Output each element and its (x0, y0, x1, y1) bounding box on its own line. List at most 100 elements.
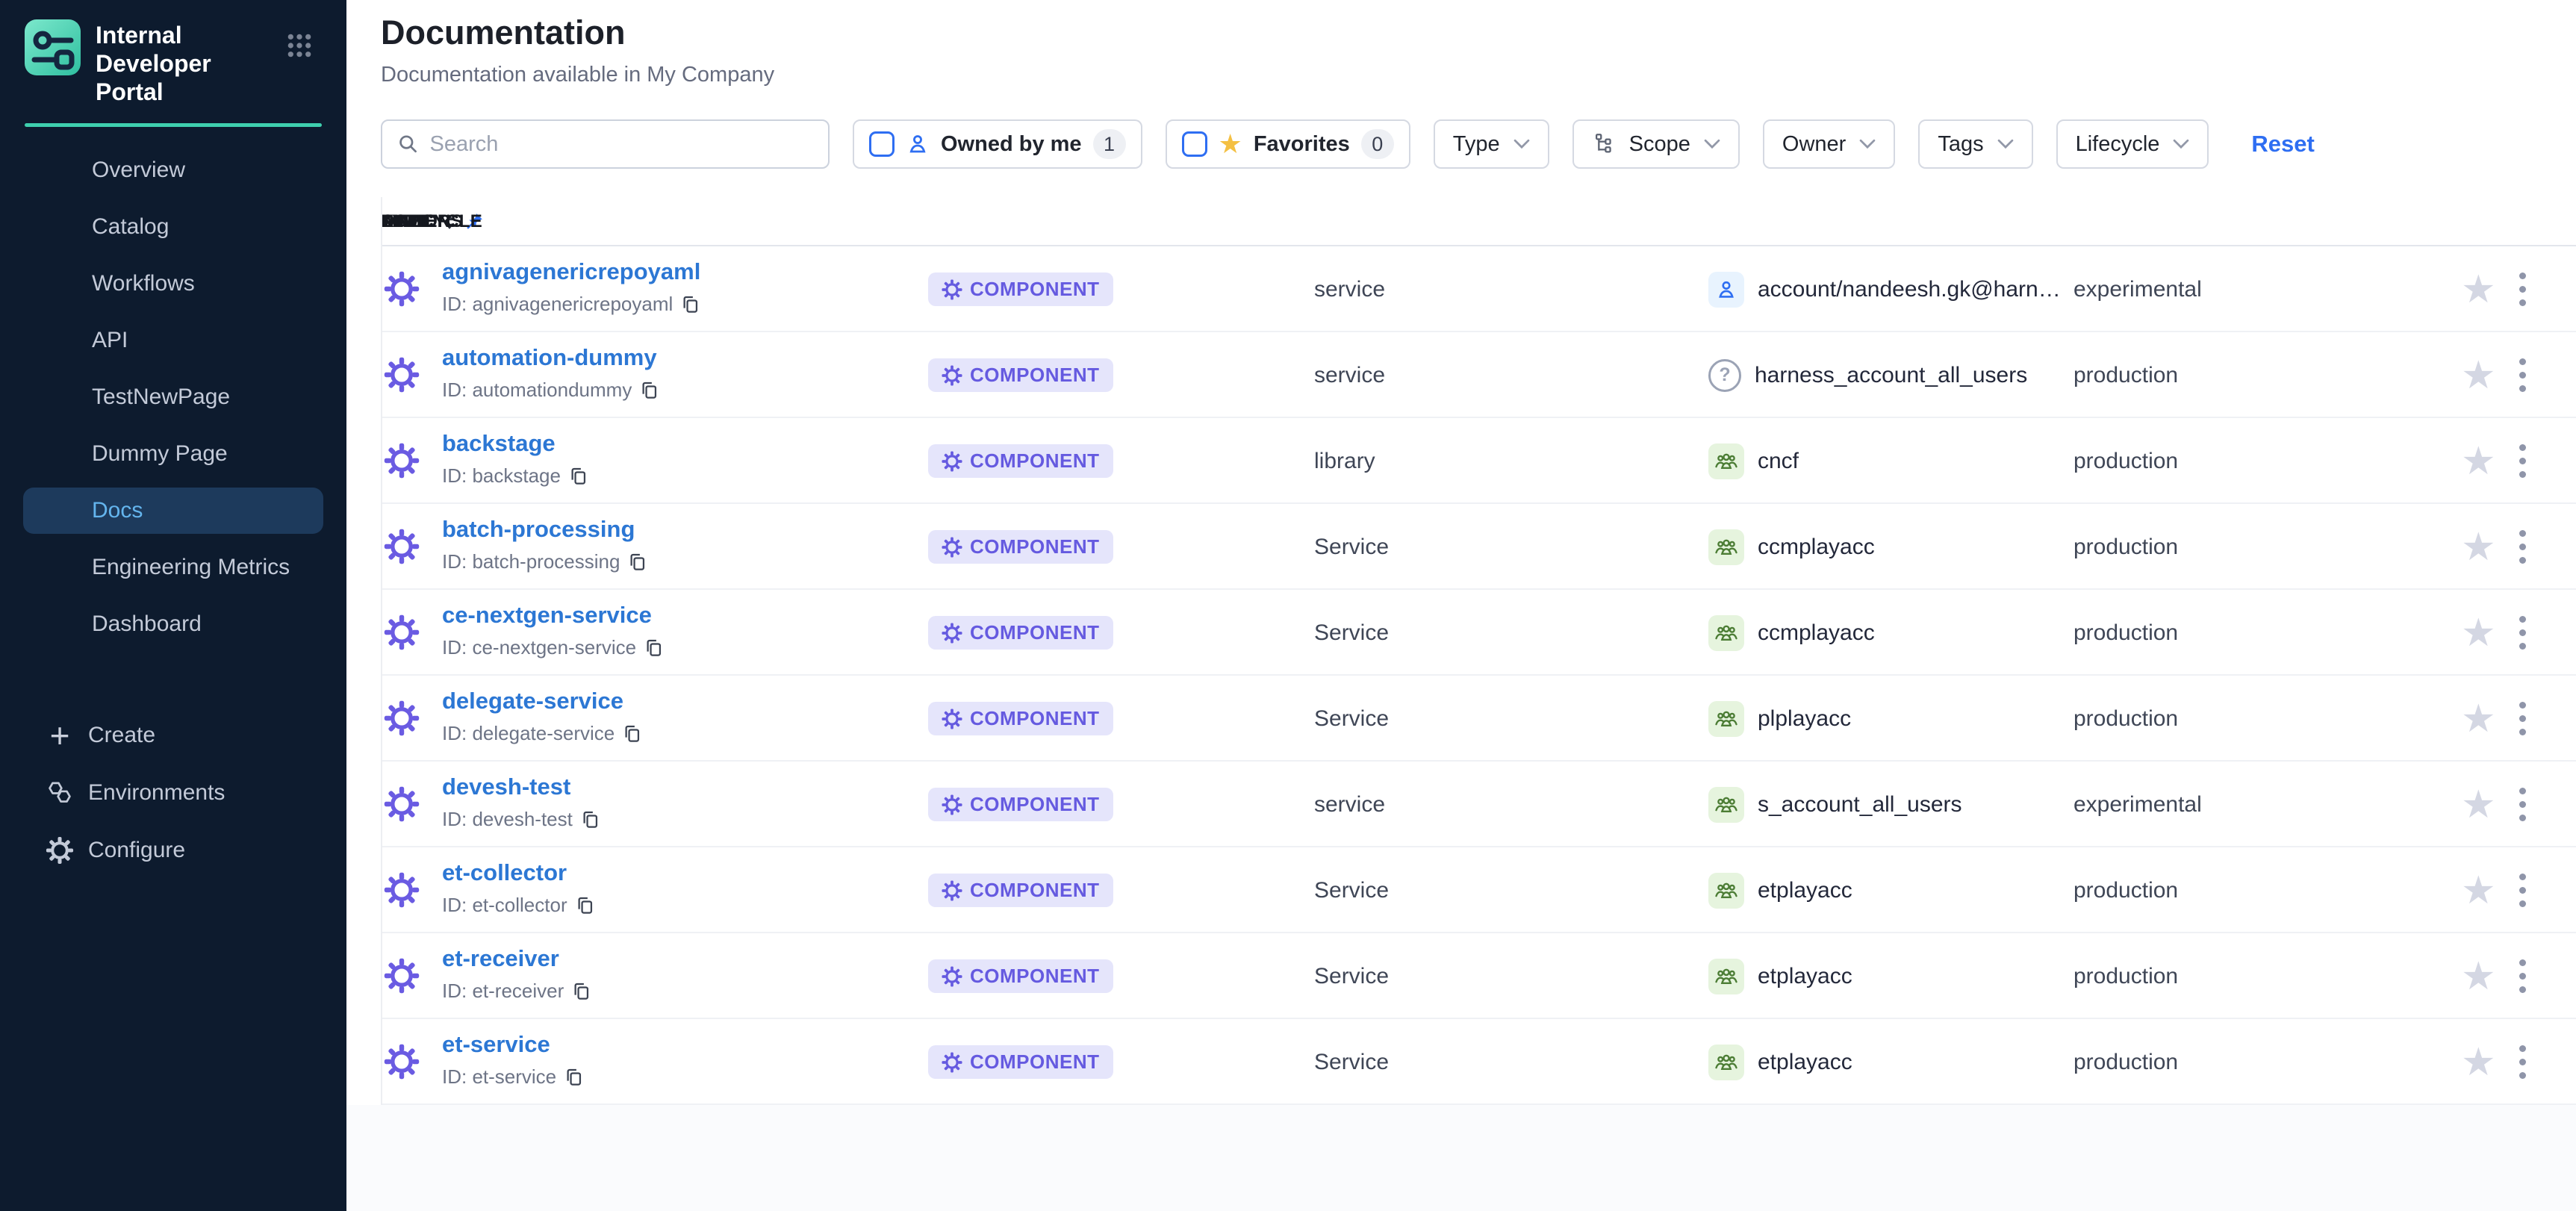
lifecycle-dropdown[interactable]: Lifecycle (2056, 119, 2209, 169)
apps-grid-icon[interactable] (287, 33, 312, 58)
favorite-star-icon[interactable]: ★ (2461, 246, 2496, 332)
sidebar-item-create[interactable]: + Create (0, 712, 346, 759)
sidebar-item[interactable]: TestNewPage (23, 374, 323, 420)
copy-icon[interactable] (568, 466, 588, 486)
kind-badge: COMPONENT (928, 444, 1113, 478)
favorite-star-icon[interactable]: ★ (2461, 418, 2496, 504)
favorite-star-icon[interactable]: ★ (2461, 847, 2496, 933)
copy-icon[interactable] (627, 552, 647, 572)
sidebar-item[interactable]: Docs (23, 488, 323, 534)
favorite-star-icon[interactable]: ★ (2461, 504, 2496, 590)
entity-name-link[interactable]: delegate-service (442, 688, 623, 715)
table-row: batch-processing ID: batch-processing (381, 504, 2576, 590)
entity-name-link[interactable]: et-receiver (442, 945, 559, 972)
sidebar-item-label: Dashboard (92, 611, 202, 637)
sidebar-item[interactable]: Dashboard (23, 601, 323, 647)
sidebar-item[interactable]: Catalog (23, 204, 323, 250)
entity-gear-icon (384, 357, 420, 393)
person-icon (906, 132, 930, 156)
owner-dropdown-label: Owner (1782, 132, 1846, 157)
favorites-checkbox[interactable] (1182, 131, 1207, 157)
entity-gear-icon (384, 872, 420, 908)
owner-cell: cncf (1708, 418, 1799, 504)
copy-icon[interactable] (680, 294, 700, 314)
kind-badge: COMPONENT (928, 616, 1113, 650)
owner-dropdown[interactable]: Owner (1763, 119, 1895, 169)
kebab-menu-icon[interactable] (2519, 504, 2526, 590)
sidebar-item[interactable]: API (23, 317, 323, 364)
owned-by-me-filter[interactable]: Owned by me 1 (853, 119, 1142, 169)
search-icon (397, 132, 420, 156)
owner-name: plplayacc (1758, 706, 1851, 732)
owner-cell: ccmplayacc (1708, 590, 1875, 676)
kebab-menu-icon[interactable] (2519, 1019, 2526, 1105)
page-background (346, 1105, 2576, 1211)
sidebar-item-environments[interactable]: Environments (0, 770, 346, 816)
table-row: ce-nextgen-service ID: ce-nextgen-servic… (381, 590, 2576, 676)
kebab-menu-icon[interactable] (2519, 762, 2526, 847)
kebab-menu-icon[interactable] (2519, 418, 2526, 504)
copy-icon[interactable] (564, 1067, 584, 1087)
type-cell: Service (1314, 1019, 1389, 1105)
favorite-star-icon[interactable]: ★ (2461, 762, 2496, 847)
owner-cell: s_account_all_users (1708, 762, 1962, 847)
sidebar-item[interactable]: Engineering Metrics (23, 544, 323, 591)
entity-name-link[interactable]: et-collector (442, 859, 567, 886)
sidebar-item-configure[interactable]: Configure (0, 827, 346, 874)
sidebar-item-label: Dummy Page (92, 441, 228, 467)
owner-cell: ? harness_account_all_users (1708, 332, 2027, 418)
entity-name-link[interactable]: et-service (442, 1031, 550, 1058)
entity-name-link[interactable]: agnivagenericrepoyaml (442, 258, 700, 285)
brand: Internal Developer Portal (0, 0, 346, 106)
owner-name: etplayacc (1758, 964, 1852, 989)
favorite-star-icon[interactable]: ★ (2461, 676, 2496, 762)
type-dropdown[interactable]: Type (1434, 119, 1549, 169)
entity-name-link[interactable]: devesh-test (442, 773, 570, 800)
favorite-star-icon[interactable]: ★ (2461, 332, 2496, 418)
sidebar-item[interactable]: Workflows (23, 261, 323, 307)
type-cell: Service (1314, 590, 1389, 676)
search-input[interactable] (430, 132, 814, 157)
favorite-star-icon[interactable]: ★ (2461, 933, 2496, 1019)
kebab-menu-icon[interactable] (2519, 590, 2526, 676)
table-row: automation-dummy ID: automationdummy (381, 332, 2576, 418)
sidebar-footer: + Create Environments (0, 712, 346, 874)
entity-name-link[interactable]: batch-processing (442, 516, 635, 543)
copy-icon[interactable] (575, 895, 595, 915)
owner-name: account/nandeesh.gk@harn… (1758, 277, 2061, 302)
owned-by-me-checkbox[interactable] (869, 131, 895, 157)
kebab-menu-icon[interactable] (2519, 933, 2526, 1019)
entity-name-link[interactable]: automation-dummy (442, 344, 657, 371)
sidebar-item[interactable]: Dummy Page (23, 431, 323, 477)
lifecycle-cell: experimental (2073, 762, 2202, 847)
entity-name-link[interactable]: backstage (442, 430, 556, 457)
type-cell: library (1314, 418, 1375, 504)
favorites-filter[interactable]: ★ Favorites 0 (1166, 119, 1410, 169)
kebab-menu-icon[interactable] (2519, 847, 2526, 933)
copy-icon[interactable] (571, 981, 591, 1001)
reset-button[interactable]: Reset (2251, 131, 2314, 158)
copy-icon[interactable] (639, 380, 659, 400)
copy-icon[interactable] (622, 723, 642, 744)
group-icon (1708, 701, 1744, 737)
search-box (381, 119, 830, 169)
copy-icon[interactable] (580, 809, 600, 829)
tags-dropdown[interactable]: Tags (1918, 119, 2032, 169)
kebab-menu-icon[interactable] (2519, 246, 2526, 332)
kebab-menu-icon[interactable] (2519, 332, 2526, 418)
component-gear-icon (942, 623, 962, 644)
kind-badge-label: COMPONENT (970, 278, 1100, 301)
entity-gear-icon (384, 271, 420, 307)
lifecycle-cell: production (2073, 332, 2178, 418)
favorite-star-icon[interactable]: ★ (2461, 1019, 2496, 1105)
copy-icon[interactable] (644, 638, 664, 658)
kebab-menu-icon[interactable] (2519, 676, 2526, 762)
entity-name-link[interactable]: ce-nextgen-service (442, 602, 652, 629)
sidebar-item[interactable]: Overview (23, 147, 323, 193)
unknown-owner-icon: ? (1708, 359, 1741, 392)
scope-dropdown[interactable]: Scope (1572, 119, 1740, 169)
group-icon (1708, 529, 1744, 565)
group-icon (1708, 787, 1744, 823)
chevron-down-icon (1704, 139, 1720, 149)
favorite-star-icon[interactable]: ★ (2461, 590, 2496, 676)
